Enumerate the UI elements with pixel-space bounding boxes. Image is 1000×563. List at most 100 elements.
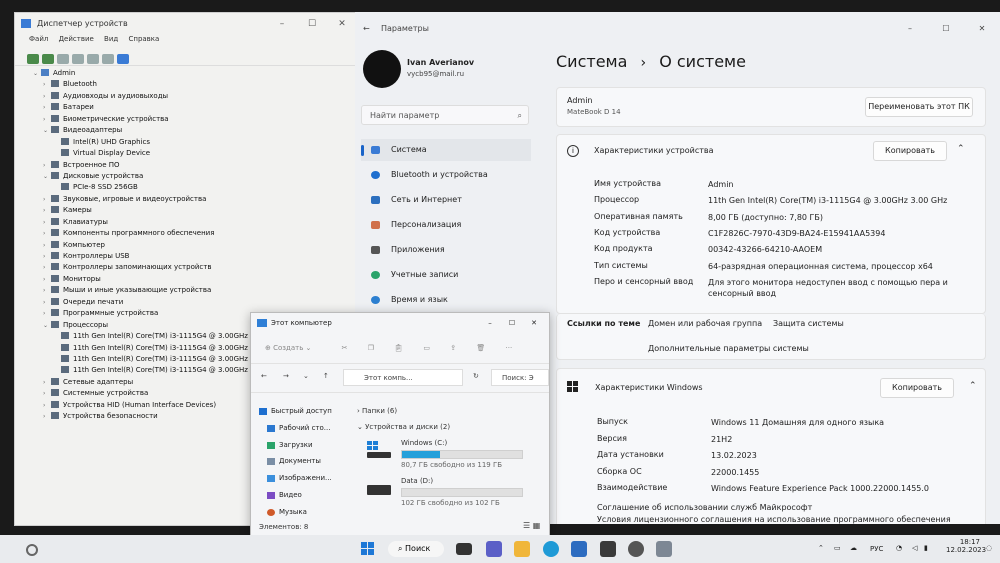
properties-icon[interactable] bbox=[57, 54, 69, 64]
nav-system[interactable]: Система bbox=[361, 139, 531, 161]
drive-d-name[interactable]: Data (D:) bbox=[401, 477, 433, 485]
menu-file[interactable]: Файл bbox=[29, 35, 48, 43]
avatar[interactable] bbox=[363, 50, 401, 88]
tree-item[interactable]: PCIe-8 SSD 256GB bbox=[15, 182, 361, 193]
rename-pc-button[interactable]: Переименовать этот ПК bbox=[865, 97, 973, 117]
forward-arrow-icon[interactable] bbox=[42, 54, 54, 64]
device-manager-taskbar-icon[interactable] bbox=[656, 541, 672, 557]
tree-item[interactable]: › Контроллеры USB bbox=[15, 251, 361, 262]
chevron-right-icon[interactable]: › bbox=[43, 194, 51, 205]
share-icon[interactable]: ⇪ bbox=[450, 344, 456, 352]
start-button[interactable] bbox=[360, 541, 376, 557]
tree-item[interactable]: › Батареи bbox=[15, 102, 361, 113]
minimize-button[interactable]: – bbox=[479, 313, 501, 333]
tree-item[interactable]: Virtual Display Device bbox=[15, 148, 361, 159]
chevron-right-icon[interactable]: › bbox=[43, 388, 51, 399]
chevron-right-icon[interactable]: › bbox=[43, 297, 51, 308]
menu-view[interactable]: Вид bbox=[104, 35, 118, 43]
advanced-settings-link[interactable]: Дополнительные параметры системы bbox=[648, 344, 809, 353]
tree-item[interactable]: › Компоненты программного обеспечения bbox=[15, 228, 361, 239]
tree-item[interactable]: › Биометрические устройства bbox=[15, 114, 361, 125]
refresh-icon[interactable] bbox=[87, 54, 99, 64]
copy-device-specs-button[interactable]: Копировать bbox=[873, 141, 947, 161]
maximize-button[interactable]: ☐ bbox=[928, 12, 964, 46]
copy-windows-specs-button[interactable]: Копировать bbox=[880, 378, 954, 398]
tree-item[interactable]: › Мыши и иные указывающие устройства bbox=[15, 285, 361, 296]
minimize-button[interactable]: – bbox=[267, 13, 297, 35]
help-icon[interactable] bbox=[72, 54, 84, 64]
file-explorer-icon[interactable] bbox=[514, 541, 530, 557]
tree-item[interactable]: › Контроллеры запоминающих устройств bbox=[15, 262, 361, 273]
sidebar-item-videos[interactable]: Видео bbox=[251, 487, 347, 504]
volume-icon[interactable]: ◁ bbox=[912, 544, 917, 552]
tree-item[interactable]: › Мониторы bbox=[15, 274, 361, 285]
breadcrumb-parent[interactable]: Система bbox=[556, 52, 627, 71]
quick-access[interactable]: Быстрый доступ bbox=[251, 403, 347, 420]
drives-group[interactable]: ⌄ Устройства и диски (2) bbox=[357, 423, 450, 431]
back-arrow-icon[interactable]: ← bbox=[261, 372, 267, 380]
chevron-down-icon[interactable]: ⌄ bbox=[43, 320, 51, 331]
tree-item[interactable]: ⌄ Видеоадаптеры bbox=[15, 125, 361, 136]
back-arrow-icon[interactable]: ← bbox=[363, 12, 370, 46]
nav-network[interactable]: Сеть и Интернет bbox=[361, 189, 531, 211]
maximize-button[interactable]: ☐ bbox=[501, 313, 523, 333]
tree-item[interactable]: › Аудиовходы и аудиовыходы bbox=[15, 91, 361, 102]
chevron-up-icon[interactable]: ⌃ bbox=[957, 144, 965, 154]
chevron-right-icon[interactable]: › bbox=[43, 285, 51, 296]
rename-icon[interactable]: ▭ bbox=[423, 344, 430, 352]
create-button[interactable]: ⊕ Создать ⌄ bbox=[265, 344, 311, 352]
address-input[interactable]: Этот компь... bbox=[343, 369, 463, 386]
details-view-icon[interactable]: ☰ ▦ bbox=[523, 521, 540, 530]
chevron-right-icon[interactable]: › bbox=[43, 400, 51, 411]
store-icon[interactable] bbox=[571, 541, 587, 557]
battery-status-icon[interactable]: ▮ bbox=[924, 544, 928, 552]
chevron-up-icon[interactable]: ⌃ bbox=[818, 544, 824, 552]
scan-hardware-icon[interactable] bbox=[102, 54, 114, 64]
taskbar-search[interactable]: ⌕ Поиск bbox=[388, 541, 444, 557]
chevron-right-icon[interactable]: › bbox=[43, 377, 51, 388]
back-arrow-icon[interactable] bbox=[27, 54, 39, 64]
system-protection-link[interactable]: Защита системы bbox=[773, 319, 844, 328]
forward-arrow-icon[interactable]: → bbox=[283, 372, 289, 380]
chevron-right-icon[interactable]: › bbox=[43, 205, 51, 216]
chevron-right-icon[interactable]: › bbox=[43, 262, 51, 273]
refresh-icon[interactable]: ↻ bbox=[473, 372, 479, 380]
search-input[interactable]: Найти параметр ⌕ bbox=[361, 105, 529, 125]
chevron-right-icon[interactable]: › bbox=[43, 91, 51, 102]
chevron-down-icon[interactable]: ⌄ bbox=[43, 125, 51, 136]
settings-gear-icon[interactable] bbox=[628, 541, 644, 557]
folders-group[interactable]: › Папки (6) bbox=[357, 407, 397, 415]
close-button[interactable]: ✕ bbox=[523, 313, 545, 333]
chevron-down-icon[interactable]: ⌄ bbox=[43, 171, 51, 182]
minimize-button[interactable]: – bbox=[892, 12, 928, 46]
task-view-icon[interactable] bbox=[456, 543, 472, 555]
close-button[interactable]: ✕ bbox=[964, 12, 1000, 46]
notifications-icon[interactable]: ◌ bbox=[986, 544, 992, 552]
tree-item[interactable]: › Клавиатуры bbox=[15, 217, 361, 228]
widgets-icon[interactable] bbox=[26, 544, 38, 556]
chevron-right-icon[interactable]: › bbox=[43, 160, 51, 171]
copy-icon[interactable]: ❐ bbox=[368, 344, 374, 352]
chevron-up-icon[interactable]: ⌃ bbox=[969, 381, 977, 391]
chevron-right-icon[interactable]: › bbox=[43, 274, 51, 285]
up-arrow-icon[interactable]: ↑ bbox=[323, 372, 329, 380]
chevron-right-icon[interactable]: › bbox=[43, 251, 51, 262]
monitor-icon[interactable] bbox=[117, 54, 129, 64]
wifi-icon[interactable]: ◔ bbox=[896, 544, 902, 552]
clock[interactable]: 18:17 12.02.2023 bbox=[946, 538, 986, 554]
sidebar-item-desktop[interactable]: Рабочий сто... bbox=[251, 420, 347, 437]
chevron-down-icon[interactable]: ⌄ bbox=[303, 372, 309, 380]
explorer-search-input[interactable]: Поиск: Э bbox=[491, 369, 549, 386]
media-icon[interactable] bbox=[600, 541, 616, 557]
tree-item[interactable]: › Камеры bbox=[15, 205, 361, 216]
license-terms-link[interactable]: Условия лицензионного соглашения на испо… bbox=[597, 515, 951, 524]
tree-item[interactable]: › Очереди печати bbox=[15, 297, 361, 308]
nav-time-language[interactable]: Время и язык bbox=[361, 289, 531, 311]
chevron-right-icon[interactable]: › bbox=[43, 308, 51, 319]
chevron-right-icon[interactable]: › bbox=[43, 79, 51, 90]
sidebar-item-documents[interactable]: Документы bbox=[251, 453, 347, 470]
domain-workgroup-link[interactable]: Домен или рабочая группа bbox=[648, 319, 762, 328]
chevron-right-icon[interactable]: › bbox=[43, 217, 51, 228]
maximize-button[interactable]: ☐ bbox=[297, 13, 327, 35]
chevron-right-icon[interactable]: › bbox=[43, 240, 51, 251]
